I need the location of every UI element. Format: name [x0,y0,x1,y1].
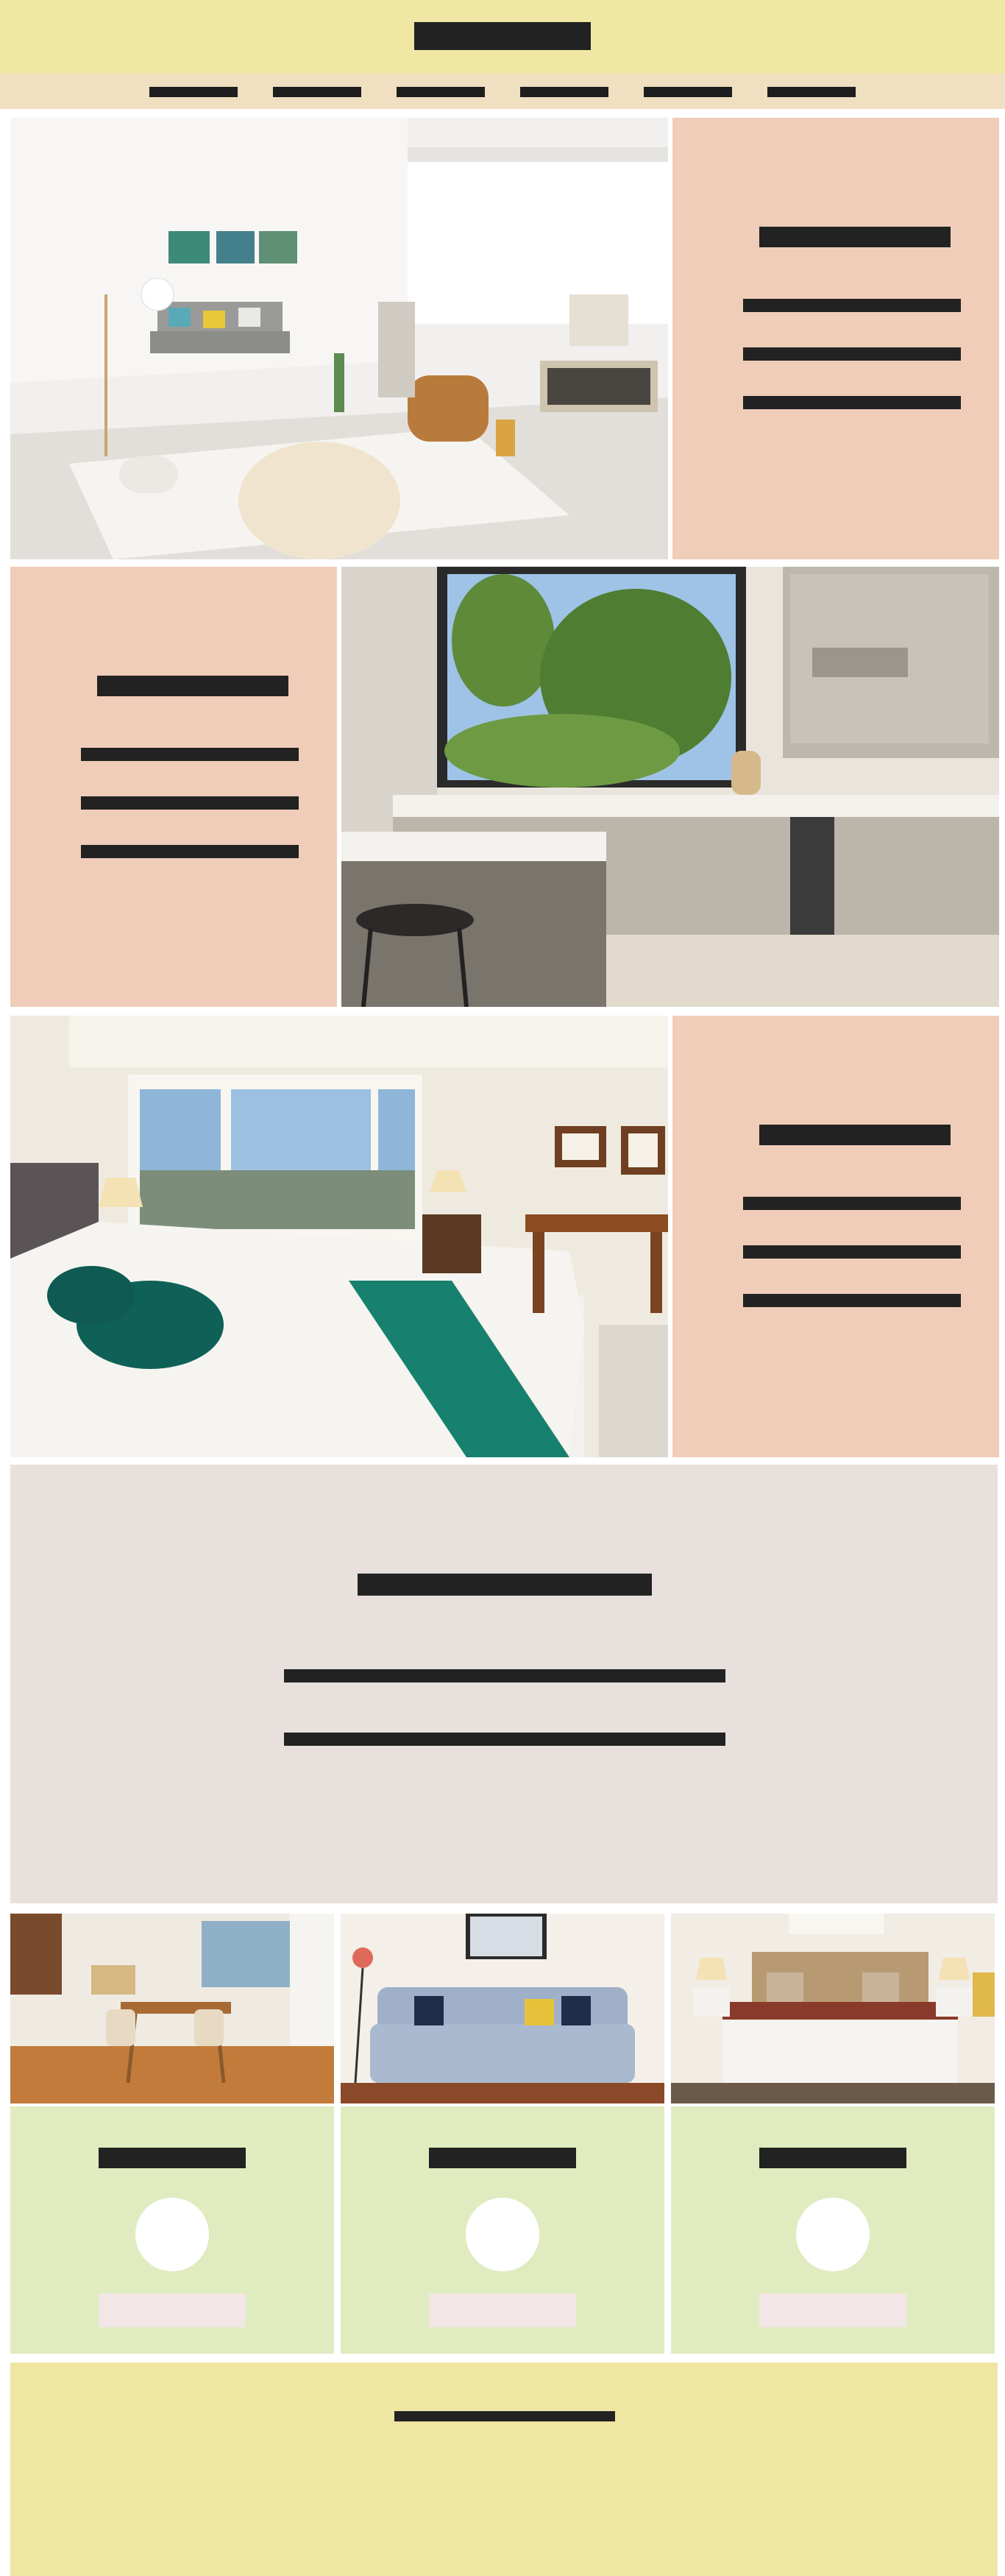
living-room-photo [10,118,668,559]
nav-item-3[interactable] [397,87,485,97]
feature-line [743,299,961,312]
nav-item-4[interactable] [520,87,608,97]
card-avatar [796,2198,870,2271]
site-footer [10,2363,998,2576]
banner-line [284,1669,725,1682]
nav-item-2[interactable] [273,87,361,97]
card-title [759,2148,906,2168]
footer-text [394,2411,615,2421]
bedroom-photo [10,1016,668,1457]
card-avatar [466,2198,539,2271]
card-button[interactable] [759,2293,906,2327]
feature-line [81,796,299,810]
feature-line [743,347,961,361]
promo-banner [10,1465,998,1903]
feature-line [743,1197,961,1210]
product-card-1 [10,2106,334,2354]
site-header [0,0,1005,74]
nav-item-1[interactable] [149,87,238,97]
feature-line [81,845,299,858]
feature-heading [97,676,288,696]
feature-heading [759,1125,951,1145]
card-title [99,2148,246,2168]
feature-line [81,748,299,761]
feature-panel-1 [672,118,999,559]
main-nav [0,74,1005,109]
banner-heading [358,1574,652,1596]
card-button[interactable] [99,2293,246,2327]
sofa-photo [341,1914,664,2103]
feature-line [743,396,961,409]
card-avatar [135,2198,209,2271]
nav-item-6[interactable] [767,87,856,97]
card-title [429,2148,576,2168]
card-button[interactable] [429,2293,576,2327]
feature-panel-3 [672,1016,999,1457]
nav-item-5[interactable] [644,87,732,97]
feature-heading [759,227,951,247]
banner-line [284,1733,725,1746]
feature-panel-2 [10,567,337,1007]
product-card-3 [671,2106,995,2354]
product-card-2 [341,2106,664,2354]
kitchen-photo [341,567,999,1007]
site-logo[interactable] [414,22,591,50]
dining-room-photo [10,1914,334,2103]
guest-bedroom-photo [671,1914,995,2103]
feature-line [743,1294,961,1307]
feature-line [743,1245,961,1259]
